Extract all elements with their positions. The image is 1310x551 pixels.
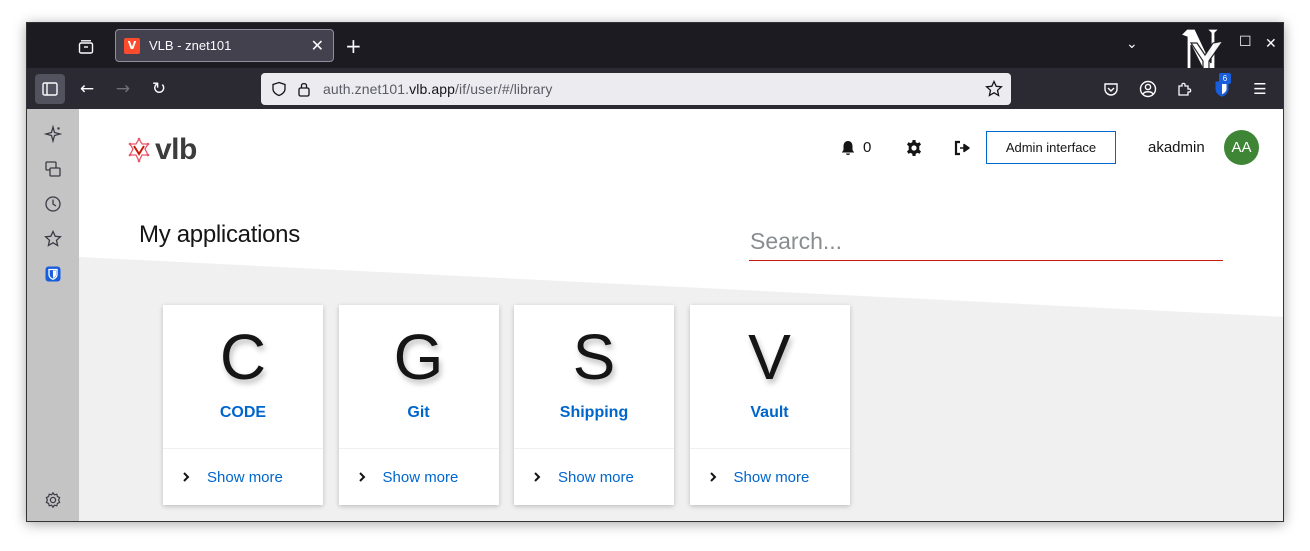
chevron-right-icon: [709, 472, 716, 482]
show-more-toggle[interactable]: Show more: [163, 448, 323, 505]
app-card-letter: G: [393, 321, 444, 393]
vlb-favicon-icon: V: [124, 37, 140, 54]
account-icon: [1139, 80, 1157, 98]
bookmarks-icon: [44, 230, 62, 247]
app-card-letter: C: [219, 321, 267, 393]
app-card-name[interactable]: Git: [339, 404, 499, 422]
tracking-shield-icon[interactable]: [271, 81, 287, 97]
app-card-code[interactable]: C CODE Show more: [163, 305, 323, 505]
sidebar-icon: [42, 82, 58, 96]
bitwarden-icon: [45, 266, 61, 282]
username[interactable]: akadmin: [1148, 139, 1205, 156]
tab-strip: V VLB - znet101 ✕ + ⌄ ☐ ✕: [27, 23, 1283, 82]
ai-sparkle-icon: [44, 125, 62, 143]
sidebar-item-bitwarden[interactable]: [44, 265, 62, 283]
app-card-letter: V: [748, 321, 791, 393]
vlb-logo-icon: [128, 137, 150, 163]
app-card-list: C CODE Show more G Git Show more S Shipp…: [163, 305, 865, 505]
tab-close-icon[interactable]: ✕: [311, 36, 324, 55]
url-text: auth.znet101.vlb.app/if/user/#/library: [323, 81, 553, 97]
app-menu-button[interactable]: ☰: [1250, 79, 1270, 99]
tab-list-button[interactable]: [75, 36, 97, 58]
arrow-right-icon: →: [115, 79, 131, 99]
chevron-right-icon: [534, 472, 541, 482]
page-title: My applications: [139, 221, 300, 248]
chevron-right-icon: [183, 472, 190, 482]
search-input[interactable]: [749, 223, 1223, 261]
new-tab-icon[interactable]: +: [345, 34, 362, 58]
notification-count[interactable]: 0: [863, 139, 871, 156]
app-card-vault[interactable]: V Vault Show more: [689, 305, 850, 505]
url-path: /if/user/#/library: [455, 81, 553, 97]
url-bar[interactable]: auth.znet101.vlb.app/if/user/#/library: [261, 73, 1011, 105]
browser-window: V VLB - znet101 ✕ + ⌄ ☐ ✕ ← → ↻ auth.zne…: [26, 22, 1284, 522]
sidebar-item-settings[interactable]: [44, 491, 62, 509]
maximize-icon[interactable]: ☐: [1239, 34, 1252, 50]
back-button[interactable]: ←: [72, 74, 102, 104]
logout-icon[interactable]: [953, 139, 971, 157]
show-more-label: Show more: [733, 468, 810, 486]
show-more-label: Show more: [382, 468, 459, 486]
gear-icon[interactable]: [905, 139, 923, 157]
app-card-letter: S: [572, 321, 616, 393]
sync-tabs-icon: [45, 161, 61, 177]
close-window-icon[interactable]: ✕: [1265, 36, 1277, 52]
extension-badge: 6: [1219, 73, 1231, 84]
show-more-toggle[interactable]: Show more: [514, 448, 674, 505]
logo-text: vlb: [155, 133, 197, 166]
show-more-toggle[interactable]: Show more: [338, 448, 499, 505]
reload-icon: ↻: [151, 79, 167, 99]
sidebar-toggle-button[interactable]: [35, 74, 65, 104]
history-icon: [45, 196, 61, 212]
extensions-button[interactable]: [1174, 79, 1194, 99]
sidebar-item-history[interactable]: [44, 195, 62, 213]
page-content: vlb 0 Admin interface akadmin AA My appl…: [79, 109, 1283, 521]
tab-list-icon: [78, 40, 94, 54]
avatar[interactable]: AA: [1224, 130, 1259, 165]
browser-sidebar: [27, 109, 79, 521]
app-card-name[interactable]: Shipping: [514, 404, 674, 422]
hamburger-menu-icon: ☰: [1253, 80, 1267, 98]
show-more-label: Show more: [207, 468, 283, 486]
tab-active[interactable]: V VLB - znet101 ✕: [115, 29, 334, 62]
pocket-icon: [1104, 83, 1118, 96]
app-card-git[interactable]: G Git Show more: [338, 305, 499, 505]
chevron-right-icon: [358, 472, 365, 482]
show-more-toggle[interactable]: Show more: [689, 448, 850, 505]
reload-button[interactable]: ↻: [144, 74, 174, 104]
arrow-left-icon: ←: [79, 79, 95, 99]
vlb-logo[interactable]: vlb: [127, 133, 197, 167]
url-host-prefix: auth.znet101.: [323, 81, 410, 97]
list-all-tabs-icon[interactable]: ⌄: [1126, 36, 1138, 52]
app-card-shipping[interactable]: S Shipping Show more: [514, 305, 674, 505]
show-more-label: Show more: [558, 468, 634, 486]
app-card-name[interactable]: CODE: [163, 404, 323, 422]
app-card-name[interactable]: Vault: [690, 404, 850, 422]
nav-bar: ← → ↻ auth.znet101.vlb.app/if/user/#/lib…: [27, 68, 1283, 109]
sidebar-item-ai[interactable]: [44, 125, 62, 143]
pocket-button[interactable]: [1101, 79, 1121, 99]
admin-interface-button[interactable]: Admin interface: [986, 131, 1116, 164]
tab-title: VLB - znet101: [149, 38, 232, 53]
sidebar-item-synced-tabs[interactable]: [44, 160, 62, 178]
sidebar-item-bookmarks[interactable]: [44, 230, 62, 248]
bookmark-star-icon[interactable]: [985, 80, 1003, 98]
settings-icon: [45, 491, 61, 509]
forward-button[interactable]: →: [108, 74, 138, 104]
url-host: vlb.app: [409, 81, 456, 97]
account-button[interactable]: [1138, 79, 1158, 99]
bell-icon[interactable]: [839, 139, 857, 157]
lock-icon[interactable]: [297, 81, 311, 97]
puzzle-icon: [1178, 82, 1192, 96]
